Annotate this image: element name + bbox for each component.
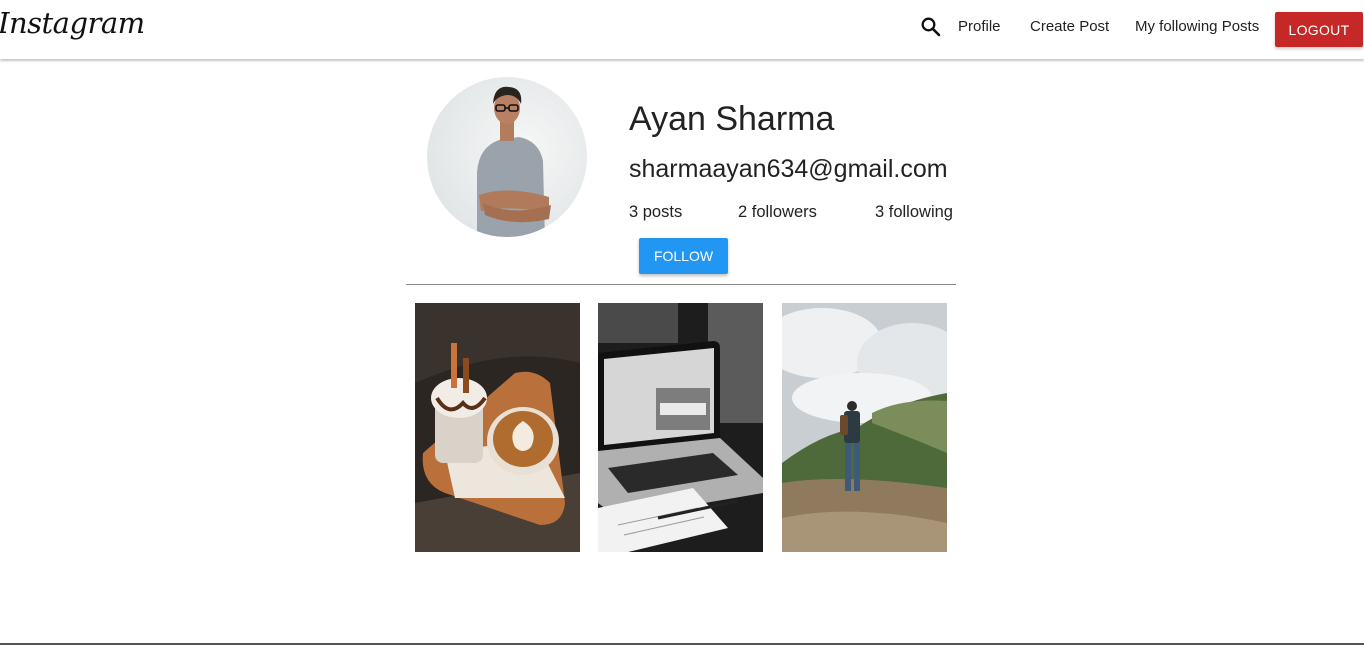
follow-button[interactable]: FOLLOW bbox=[639, 238, 728, 274]
post-thumbnail-coffee[interactable] bbox=[415, 303, 580, 552]
profile-divider bbox=[406, 284, 956, 285]
search-icon[interactable] bbox=[919, 15, 943, 39]
avatar bbox=[427, 77, 587, 237]
profile-email: sharmaayan634@gmail.com bbox=[629, 155, 948, 183]
nav-link-profile[interactable]: Profile bbox=[958, 18, 1001, 35]
nav-link-following-posts[interactable]: My following Posts bbox=[1135, 18, 1259, 35]
post-thumbnail-hiker[interactable] bbox=[782, 303, 947, 552]
logout-button[interactable]: LOGOUT bbox=[1275, 12, 1363, 47]
nav-link-create-post[interactable]: Create Post bbox=[1030, 18, 1109, 35]
followers-count: 2 followers bbox=[738, 203, 817, 221]
following-count: 3 following bbox=[875, 203, 953, 221]
posts-count: 3 posts bbox=[629, 203, 683, 221]
navbar: Instagram Profile Create Post My followi… bbox=[0, 0, 1364, 59]
brand-logo[interactable]: Instagram bbox=[0, 6, 145, 40]
profile-name: Ayan Sharma bbox=[629, 100, 835, 138]
post-thumbnail-laptop[interactable] bbox=[598, 303, 763, 552]
